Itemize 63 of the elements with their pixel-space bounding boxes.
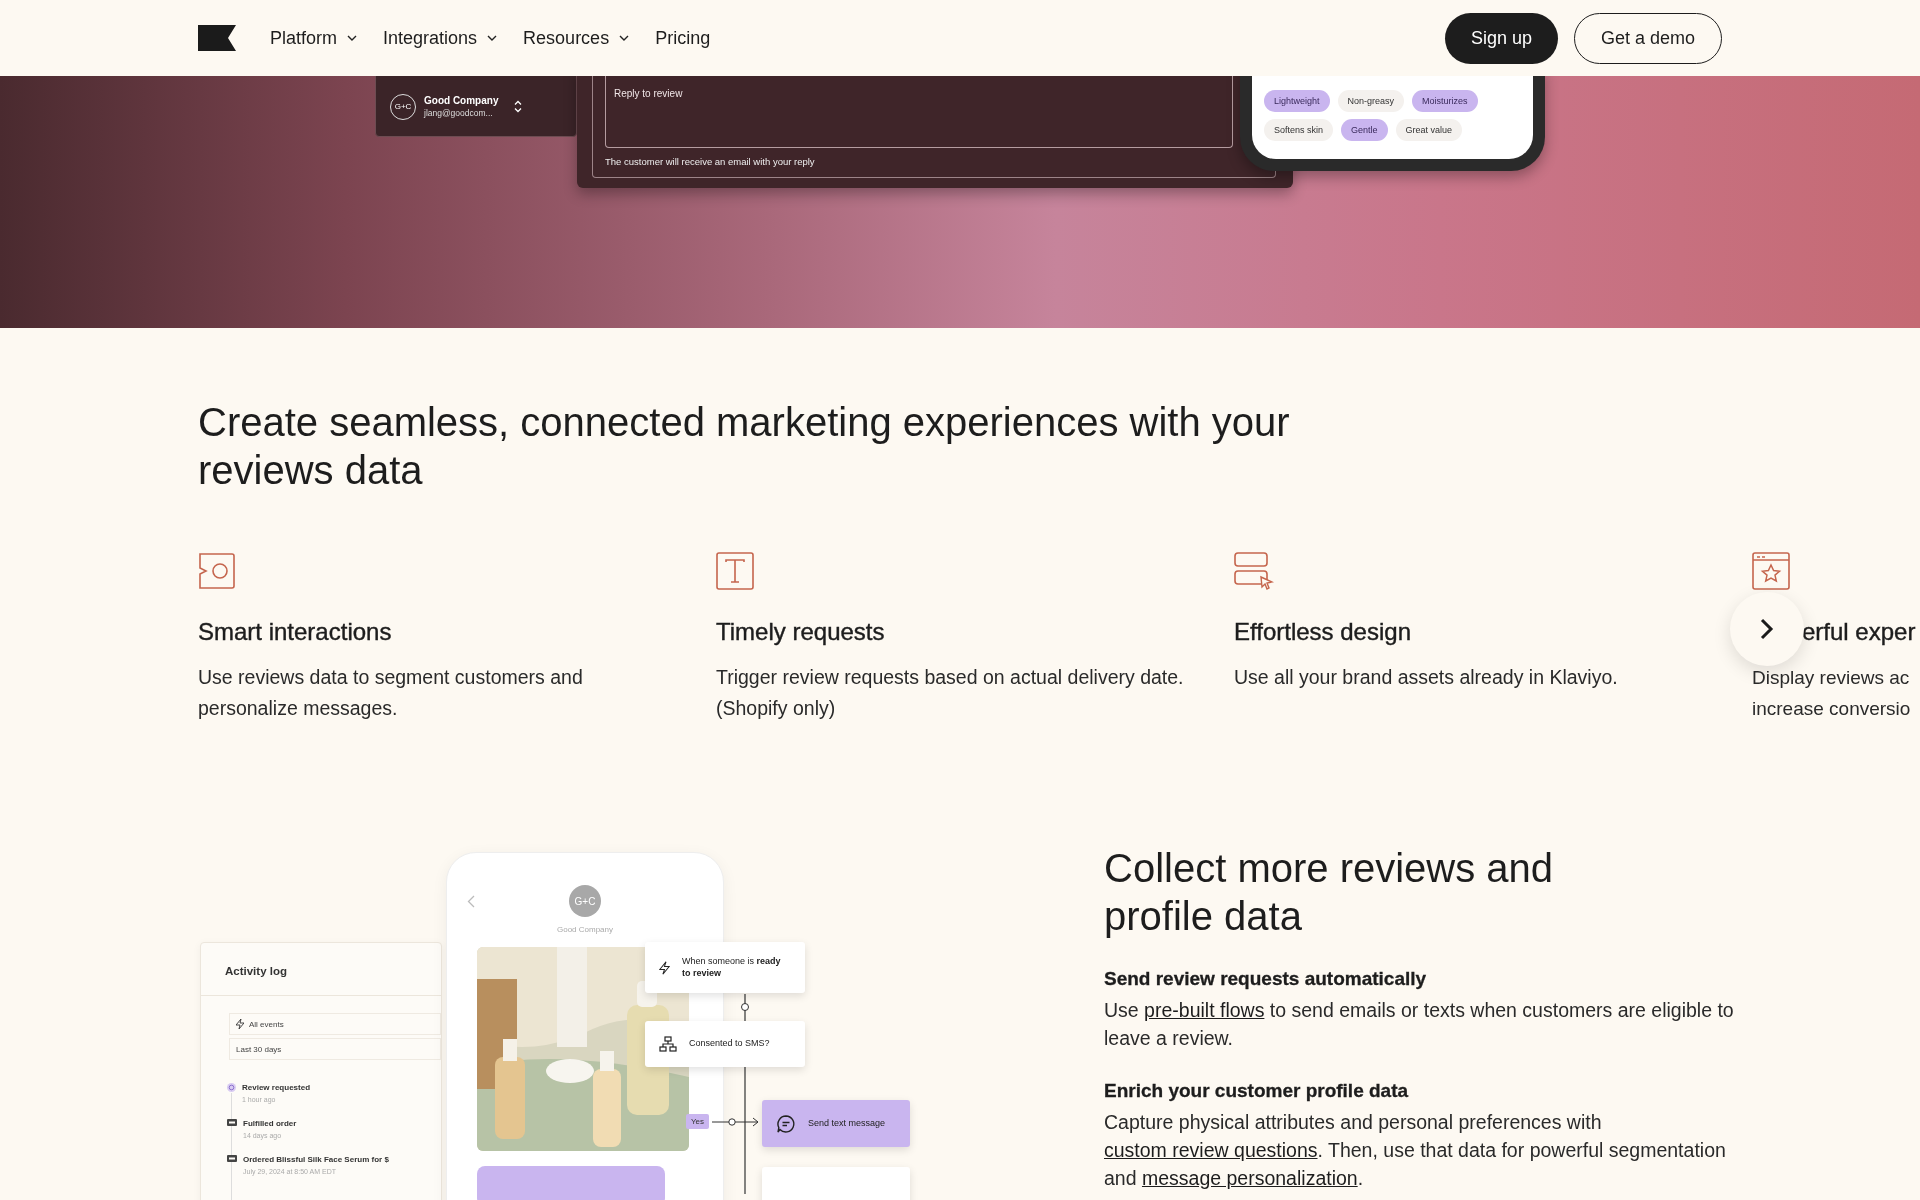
- account-name: Good Company: [424, 95, 499, 106]
- feature-title: Effortless design: [1234, 618, 1411, 646]
- branch-label: Yes: [686, 1114, 710, 1129]
- tag-chip[interactable]: Moisturizes: [1412, 90, 1478, 112]
- nav-link[interactable]: Pricing: [655, 27, 711, 49]
- event-title: Review requested: [242, 1083, 311, 1092]
- text-link[interactable]: custom review questions: [1104, 1139, 1318, 1161]
- section-heading: Create seamless, connected marketing experiences with your reviews data: [198, 399, 1291, 494]
- block-title: Send review requests automatically: [1104, 968, 1428, 990]
- layout-cursor-icon: [1234, 552, 1274, 590]
- store-icon: [227, 1155, 237, 1162]
- up-down-chevron-icon[interactable]: [514, 100, 523, 113]
- tag-chip[interactable]: Great value: [1395, 119, 1463, 141]
- nav-link[interactable]: Resources: [523, 27, 630, 49]
- chevron-down-icon: [487, 35, 498, 41]
- nav-link[interactable]: Platform: [270, 27, 358, 49]
- avatar: G+C: [569, 885, 601, 917]
- back-icon[interactable]: [467, 895, 475, 908]
- message-button[interactable]: [477, 1166, 665, 1200]
- event-title: Fulfilled order: [243, 1119, 297, 1128]
- tag-chip[interactable]: Lightweight: [1264, 90, 1330, 112]
- sender-name: Good Company: [556, 925, 614, 934]
- block-paragraph: Use pre-built flows to send emails or texts when customers are eligible to leave a review.: [1104, 998, 1735, 1051]
- feature-title: Timely requests: [716, 618, 885, 646]
- text-link[interactable]: pre-built flows: [1144, 999, 1265, 1021]
- lightning-icon: [659, 958, 670, 977]
- event-title: Ordered Blissful Silk Face Serum for $: [243, 1155, 389, 1164]
- chevron-right-icon: [1759, 617, 1775, 641]
- chat-icon: [776, 1113, 796, 1134]
- feature-description: Trigger review requests based on actual delivery date. (Shopify only): [716, 665, 1185, 721]
- section-heading: Collect more reviews and profile data: [1104, 845, 1555, 940]
- feature-description: Use reviews data to segment customers and personalize messages.: [198, 665, 584, 721]
- reply-field[interactable]: Reply to review: [605, 76, 1233, 148]
- logo-icon[interactable]: [198, 25, 236, 51]
- flow-condition-node[interactable]: Consented to SMS?: [645, 1021, 805, 1067]
- reply-note: The customer will receive an email with your reply: [605, 156, 816, 167]
- block-paragraph: Capture physical attributes and personal preferences with custom review questions. Then, use that data for powerful segmentation and message personalization.: [1104, 1110, 1727, 1191]
- nav-link[interactable]: Integrations: [383, 27, 498, 49]
- feature-description: Use all your brand assets already in Klaviyo.: [1234, 665, 1618, 690]
- text-link[interactable]: message personalization: [1141, 1167, 1358, 1189]
- chevron-down-icon: [347, 35, 358, 41]
- block-title: Enrich your customer profile data: [1104, 1080, 1410, 1102]
- account-email: jlang@goodcom...: [424, 108, 494, 118]
- sign-up-button[interactable]: Sign up: [1444, 12, 1558, 64]
- tag-chip[interactable]: Non-greasy: [1337, 90, 1405, 112]
- tag-chip[interactable]: Gentle: [1341, 119, 1388, 141]
- feature-title: Smart interactions: [198, 618, 392, 646]
- text-box-icon: [716, 552, 754, 590]
- chevron-down-icon: [619, 35, 630, 41]
- tag-chip[interactable]: Softens skin: [1264, 119, 1334, 141]
- feature-title: erful exper: [1802, 618, 1916, 646]
- filter-field[interactable]: All events: [229, 1013, 441, 1035]
- feature-description: Display reviews ac increase conversio: [1752, 666, 1911, 721]
- chat-bubble-icon: [198, 552, 236, 590]
- store-icon: [227, 1119, 237, 1126]
- activity-log-title: Activity log: [225, 965, 287, 977]
- review-icon: [227, 1083, 236, 1092]
- lightning-icon: [236, 1019, 244, 1029]
- flow-action-node[interactable]: Send text message: [762, 1100, 910, 1147]
- split-icon: [659, 1036, 677, 1052]
- filter-field[interactable]: Last 30 days: [229, 1038, 441, 1060]
- flow-trigger-node[interactable]: When someone is ready to review: [645, 942, 805, 993]
- flow-node[interactable]: [762, 1167, 910, 1200]
